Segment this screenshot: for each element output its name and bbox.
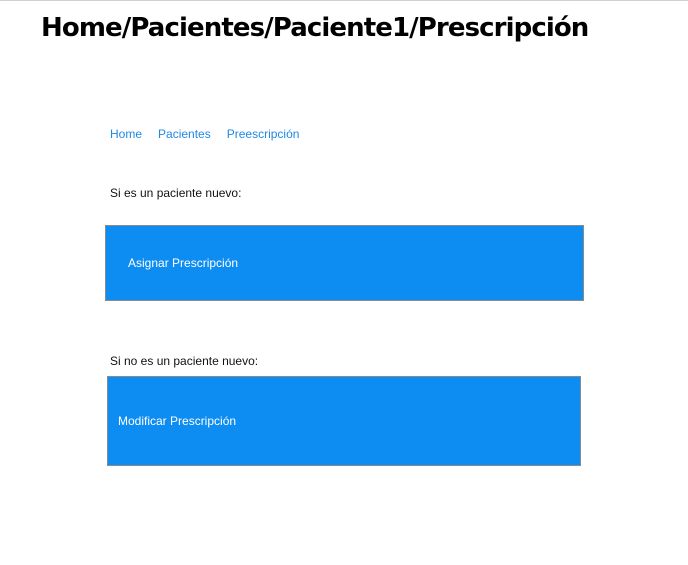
page-title: Home/Pacientes/Paciente1/Prescripción [41, 13, 589, 43]
assign-prescription-button-label: Asignar Prescripción [128, 256, 239, 270]
existing-patient-label: Si no es un paciente nuevo: [110, 354, 259, 368]
nav-link-home[interactable]: Home [110, 127, 142, 141]
nav-link-prescripcion[interactable]: Preescripción [227, 127, 300, 141]
assign-prescription-button[interactable]: Asignar Prescripción [105, 225, 584, 301]
page: Home/Pacientes/Paciente1/Prescripción Ho… [0, 0, 688, 565]
breadcrumb-nav: Home Pacientes Preescripción [110, 127, 299, 141]
modify-prescription-button[interactable]: Modificar Prescripción [107, 376, 581, 466]
nav-link-pacientes[interactable]: Pacientes [158, 127, 211, 141]
new-patient-label: Si es un paciente nuevo: [110, 186, 242, 200]
modify-prescription-button-label: Modificar Prescripción [118, 414, 237, 428]
